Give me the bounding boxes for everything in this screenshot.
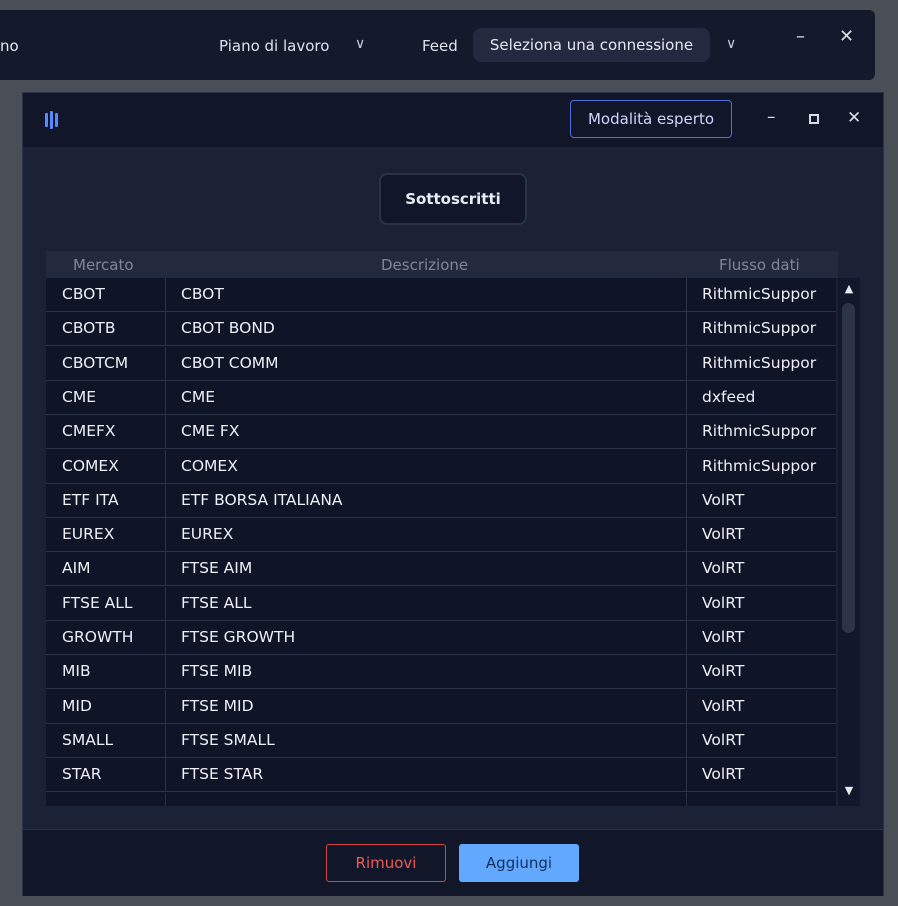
- description-cell: FTSE MIB: [166, 655, 687, 689]
- column-header-description[interactable]: Descrizione: [381, 256, 468, 274]
- tab-subscribed[interactable]: Sottoscritti: [379, 173, 527, 225]
- chevron-down-icon[interactable]: ∨: [355, 36, 365, 52]
- dialog-footer: Rimuovi Aggiungi: [23, 829, 883, 896]
- table-header: Mercato Descrizione Flusso dati: [46, 251, 838, 278]
- table-row[interactable]: MIB FTSE MIB VolRT: [46, 655, 836, 690]
- table-row-partial[interactable]: [46, 792, 836, 807]
- description-cell: ETF BORSA ITALIANA: [166, 483, 687, 517]
- market-cell: CBOTB: [46, 312, 166, 346]
- column-header-market[interactable]: Mercato: [73, 256, 134, 274]
- close-icon[interactable]: ✕: [847, 108, 861, 128]
- description-cell: CBOT BOND: [166, 312, 687, 346]
- market-cell: MIB: [46, 655, 166, 689]
- table-row[interactable]: FTSE ALL FTSE ALL VolRT: [46, 586, 836, 621]
- chevron-down-icon[interactable]: ∨: [726, 36, 736, 52]
- market-cell: CBOTCM: [46, 346, 166, 380]
- market-cell: CMEFX: [46, 415, 166, 449]
- market-cell: ETF ITA: [46, 483, 166, 517]
- feed-cell: VolRT: [702, 662, 745, 681]
- feed-cell: [687, 793, 836, 807]
- feed-cell: VolRT: [702, 765, 745, 784]
- maximize-icon[interactable]: [809, 114, 819, 124]
- table-row[interactable]: CBOTB CBOT BOND RithmicSuppor: [46, 312, 836, 347]
- feed-cell: VolRT: [702, 696, 745, 715]
- description-cell: CBOT: [166, 278, 687, 311]
- feed-cell: VolRT: [702, 593, 745, 612]
- market-cell: GROWTH: [46, 621, 166, 654]
- minimize-icon[interactable]: –: [796, 26, 805, 47]
- market-cell: SMALL: [46, 723, 166, 757]
- remove-button[interactable]: Rimuovi: [326, 844, 446, 882]
- connection-select[interactable]: Seleziona una connessione: [473, 28, 710, 62]
- table-row[interactable]: STAR FTSE STAR VolRT: [46, 758, 836, 793]
- description-cell: FTSE STAR: [166, 758, 687, 792]
- feed-cell: RithmicSuppor: [702, 319, 817, 338]
- table-row[interactable]: AIM FTSE AIM VolRT: [46, 552, 836, 587]
- connection-select-value: Seleziona una connessione: [489, 36, 694, 54]
- market-cell: CBOT: [46, 278, 166, 311]
- description-cell: COMEX: [166, 449, 687, 483]
- dialog-title-bar: Modalità esperto – ✕: [23, 93, 883, 147]
- minimize-icon[interactable]: –: [767, 107, 776, 127]
- description-cell: CBOT COMM: [166, 346, 687, 380]
- table-row[interactable]: GROWTH FTSE GROWTH VolRT: [46, 621, 836, 655]
- table-row[interactable]: ETF ITA ETF BORSA ITALIANA VolRT: [46, 483, 836, 518]
- close-icon[interactable]: ✕: [839, 26, 854, 47]
- description-cell: FTSE AIM: [166, 552, 687, 586]
- description-cell: FTSE SMALL: [166, 723, 687, 757]
- description-cell: CME: [166, 380, 687, 414]
- feed-cell: VolRT: [702, 525, 745, 544]
- market-cell: CME: [46, 380, 166, 414]
- description-cell: EUREX: [166, 518, 687, 552]
- market-cell: FTSE ALL: [46, 586, 166, 620]
- feed-cell: VolRT: [702, 628, 745, 646]
- markets-table: Mercato Descrizione Flusso dati CBOT CBO…: [46, 251, 860, 806]
- market-cell: AIM: [46, 552, 166, 586]
- background-window-toolbar: no Piano di lavoro ∨ Feed Seleziona una …: [0, 10, 875, 80]
- feed-cell: VolRT: [702, 490, 745, 509]
- scroll-up-arrow-icon[interactable]: ▲: [842, 282, 856, 296]
- market-cell: MID: [46, 689, 166, 723]
- market-cell: COMEX: [46, 449, 166, 483]
- scrollbar-thumb[interactable]: [842, 303, 855, 633]
- markets-dialog: Modalità esperto – ✕ Sottoscritti Mercat…: [22, 92, 884, 896]
- table-row[interactable]: CBOTCM CBOT COMM RithmicSuppor: [46, 346, 836, 381]
- description-cell: [166, 792, 687, 806]
- feed-cell: RithmicSuppor: [702, 353, 817, 372]
- workspace-dropdown[interactable]: Piano di lavoro: [219, 37, 329, 55]
- column-header-data-feed[interactable]: Flusso dati: [719, 256, 800, 274]
- truncated-label: no: [0, 37, 19, 55]
- feed-cell: dxfeed: [702, 387, 756, 406]
- table-row[interactable]: COMEX COMEX RithmicSuppor: [46, 449, 836, 484]
- scroll-down-arrow-icon[interactable]: ▼: [842, 784, 856, 798]
- table-row[interactable]: SMALL FTSE SMALL VolRT: [46, 723, 836, 758]
- description-cell: FTSE GROWTH: [166, 621, 687, 654]
- table-body: CBOT CBOT RithmicSuppor CBOTB CBOT BOND …: [46, 278, 836, 806]
- app-logo-icon: [45, 111, 61, 129]
- table-row[interactable]: CBOT CBOT RithmicSuppor: [46, 278, 836, 312]
- feed-cell: VolRT: [702, 559, 745, 578]
- feed-cell: RithmicSuppor: [702, 456, 817, 475]
- table-row[interactable]: CMEFX CME FX RithmicSuppor: [46, 415, 836, 450]
- expert-mode-button[interactable]: Modalità esperto: [570, 100, 732, 138]
- feed-cell: VolRT: [702, 730, 745, 749]
- add-button[interactable]: Aggiungi: [459, 844, 579, 882]
- table-row[interactable]: MID FTSE MID VolRT: [46, 689, 836, 724]
- feed-cell: RithmicSuppor: [702, 285, 817, 303]
- market-cell: [46, 792, 166, 806]
- market-cell: EUREX: [46, 518, 166, 552]
- feed-label: Feed: [422, 37, 458, 55]
- description-cell: FTSE MID: [166, 689, 687, 723]
- feed-cell: RithmicSuppor: [702, 422, 817, 441]
- market-cell: STAR: [46, 758, 166, 792]
- table-scrollbar[interactable]: ▲ ▼: [838, 278, 860, 806]
- description-cell: CME FX: [166, 415, 687, 449]
- description-cell: FTSE ALL: [166, 586, 687, 620]
- table-row[interactable]: EUREX EUREX VolRT: [46, 518, 836, 553]
- table-row[interactable]: CME CME dxfeed: [46, 380, 836, 415]
